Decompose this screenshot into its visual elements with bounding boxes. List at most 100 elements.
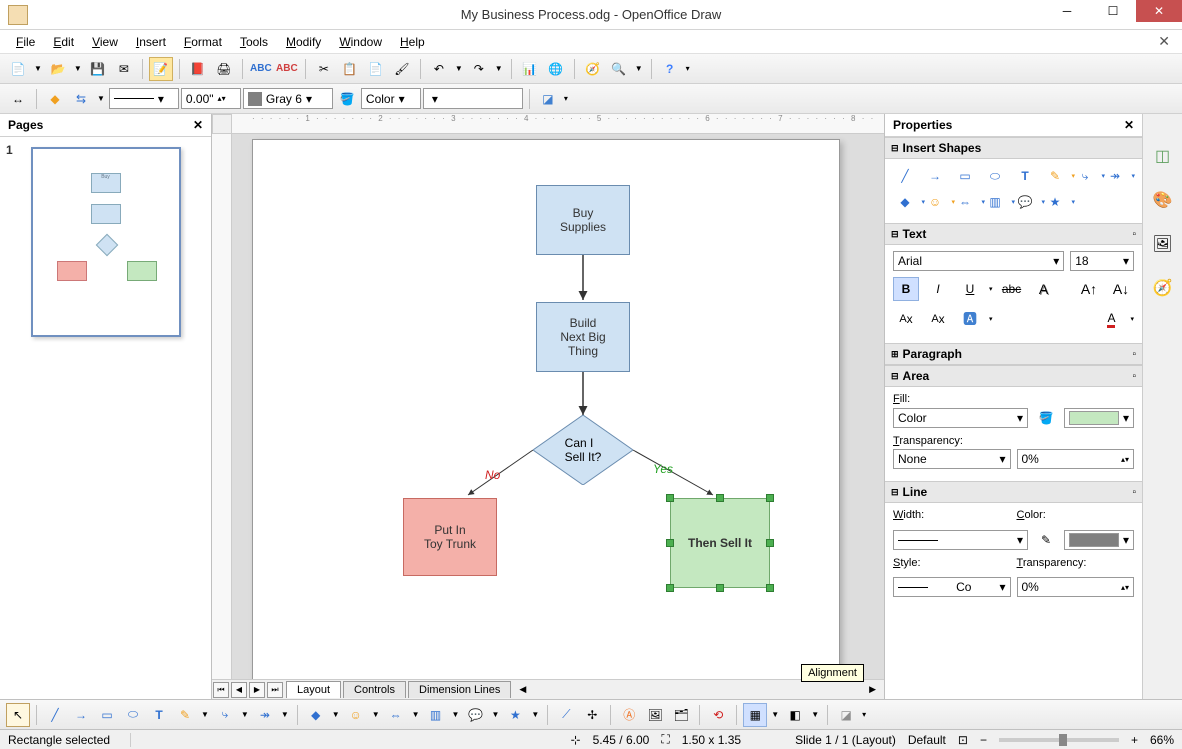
shape-text-icon[interactable]: T (1013, 165, 1037, 187)
tab-next-icon[interactable]: ▶ (249, 682, 265, 698)
tab-dimension-lines[interactable]: Dimension Lines (408, 681, 511, 698)
tab-first-icon[interactable]: ⏮ (213, 682, 229, 698)
tab-prev-icon[interactable]: ◀ (231, 682, 247, 698)
shape-lines-arrows-icon[interactable]: ↠▾ (1103, 165, 1127, 187)
new-button[interactable]: 📄 (6, 57, 30, 81)
shape-callout-icon[interactable]: 💬▾ (1013, 191, 1037, 213)
pages-panel-close-icon[interactable]: ✕ (193, 118, 203, 132)
line-color-select[interactable]: ▾ (1064, 530, 1134, 550)
menu-insert[interactable]: Insert (128, 32, 174, 52)
flowcharts-button[interactable]: ▥ (424, 703, 448, 727)
section-text[interactable]: ⊟Text▫ (885, 223, 1142, 245)
selection-handle[interactable] (766, 494, 774, 502)
menu-window[interactable]: Window (331, 32, 390, 52)
line-width-select[interactable]: ▾ (893, 530, 1028, 550)
callouts-button[interactable]: 💬 (463, 703, 487, 727)
selection-handle[interactable] (766, 584, 774, 592)
fill-bucket-icon[interactable]: 🪣 (1034, 407, 1058, 429)
fill-type-select[interactable]: Color▾ (893, 408, 1028, 428)
font-size-combo[interactable]: 18▾ (1070, 251, 1134, 271)
connector-tool-button[interactable]: ⤷ (213, 703, 237, 727)
text-tool-button[interactable]: T (147, 703, 171, 727)
paragraph-more-icon[interactable]: ▫ (1132, 349, 1136, 360)
lines-arrows-tool-button[interactable]: ↠ (253, 703, 277, 727)
shape-arrow-icon[interactable]: → (923, 165, 947, 187)
canvas-scroll[interactable]: Buy Supplies Build Next Big Thing Can I … (232, 134, 884, 679)
shape-curve-icon[interactable]: ✎▾ (1043, 165, 1067, 187)
subscript-button[interactable]: Ax (925, 307, 951, 331)
area-more-icon[interactable]: ▫ (1132, 371, 1136, 382)
selection-handle[interactable] (766, 539, 774, 547)
fontwork-button[interactable]: Ⓐ (617, 703, 641, 727)
shape-connector-icon[interactable]: ⤷▾ (1073, 165, 1097, 187)
close-button[interactable]: ✕ (1136, 0, 1182, 22)
tab-last-icon[interactable]: ⏭ (267, 682, 283, 698)
text-more-icon[interactable]: ▫ (1132, 229, 1136, 240)
arrow-ends-button[interactable]: ⇆ (69, 87, 93, 111)
open-dropdown[interactable]: ▼ (72, 64, 84, 73)
arrange-button[interactable]: ◧ (783, 703, 807, 727)
line-color-pen-icon[interactable]: ✎ (1034, 529, 1058, 551)
menu-modify[interactable]: Modify (278, 32, 329, 52)
shape-flowchart-icon[interactable]: ▥▾ (983, 191, 1007, 213)
autospell-button[interactable]: ABC (275, 57, 299, 81)
format-paintbrush-button[interactable]: 🖌 (390, 57, 414, 81)
open-button[interactable]: 📂 (46, 57, 70, 81)
basic-shapes-button[interactable]: ◆ (304, 703, 328, 727)
shape-star-icon[interactable]: ★▾ (1043, 191, 1067, 213)
arrow-tool-button[interactable]: → (69, 703, 93, 727)
rectangle-tool-button[interactable]: ▭ (95, 703, 119, 727)
zoom-button[interactable]: 🔍 (607, 57, 631, 81)
underline-button[interactable]: U (957, 277, 983, 301)
curve-tool-button[interactable]: ✎ (173, 703, 197, 727)
tab-controls[interactable]: Controls (343, 681, 406, 698)
line-color-combo[interactable]: Gray 6▾ (243, 88, 333, 109)
zoom-fit-icon[interactable]: ⊡ (958, 733, 968, 747)
section-line[interactable]: ⊟Line▫ (885, 481, 1142, 503)
sidebar-properties-icon[interactable]: ◫ (1151, 144, 1175, 168)
line-style-combo[interactable]: ▾ (109, 88, 179, 109)
increase-font-button[interactable]: A↑ (1076, 277, 1102, 301)
glue-points-button[interactable]: ✢ (580, 703, 604, 727)
menu-edit[interactable]: Edit (45, 32, 82, 52)
shape-symbol-icon[interactable]: ☺▾ (923, 191, 947, 213)
flowchart-diamond-decision[interactable]: Can I Sell It? (533, 415, 633, 485)
rotate-button[interactable]: ⟲ (706, 703, 730, 727)
zoom-in-icon[interactable]: + (1131, 733, 1138, 747)
ellipse-tool-button[interactable]: ⬭ (121, 703, 145, 727)
selection-handle[interactable] (666, 539, 674, 547)
arrow-style-button[interactable]: ↔ (6, 87, 30, 111)
bold-button[interactable]: B (893, 277, 919, 301)
new-dropdown[interactable]: ▼ (32, 64, 44, 73)
export-pdf-button[interactable]: 📕 (186, 57, 210, 81)
page-thumbnail-1[interactable]: 1 Buy (0, 137, 211, 347)
line-endstyle1-button[interactable]: ◆ (43, 87, 67, 111)
block-arrows-button[interactable]: ⇔ (384, 703, 408, 727)
maximize-button[interactable]: ☐ (1090, 0, 1136, 22)
from-file-button[interactable]: 🖼 (643, 703, 667, 727)
fill-color-select[interactable]: ▾ (1064, 408, 1134, 428)
shape-ellipse-icon[interactable]: ⬭ (983, 165, 1007, 187)
section-area[interactable]: ⊟Area▫ (885, 365, 1142, 387)
fill-color-combo[interactable]: ▾ (423, 88, 523, 109)
line-more-icon[interactable]: ▫ (1132, 487, 1136, 498)
paste-button[interactable]: 📄 (364, 57, 388, 81)
sidebar-styles-icon[interactable]: 🎨 (1151, 188, 1175, 212)
save-button[interactable]: 💾 (86, 57, 110, 81)
zoom-out-icon[interactable]: − (980, 733, 987, 747)
toolbar2-overflow[interactable]: ▾ (562, 94, 570, 103)
menu-format[interactable]: Format (176, 32, 230, 52)
document-close-icon[interactable]: ✕ (1158, 33, 1170, 50)
shadow-button[interactable]: ◪ (536, 87, 560, 111)
selection-handle[interactable] (666, 494, 674, 502)
tab-layout[interactable]: Layout (286, 681, 341, 698)
selection-handle[interactable] (716, 494, 724, 502)
minimize-button[interactable]: ─ (1044, 0, 1090, 22)
superscript-button[interactable]: Ax (893, 307, 919, 331)
italic-button[interactable]: I (925, 277, 951, 301)
shape-rect-icon[interactable]: ▭ (953, 165, 977, 187)
font-color-button[interactable]: A (1098, 307, 1124, 331)
extrusion-button[interactable]: ◪ (834, 703, 858, 727)
line-style-select[interactable]: Co▾ (893, 577, 1011, 597)
select-tool-button[interactable]: ↖ (6, 703, 30, 727)
